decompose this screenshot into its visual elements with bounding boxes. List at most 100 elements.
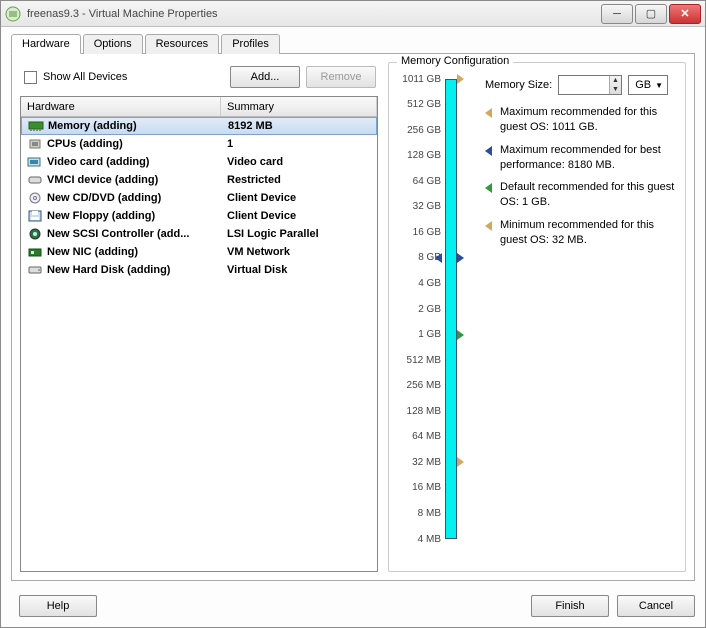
titlebar: freenas9.3 - Virtual Machine Properties … (1, 1, 705, 27)
header-summary[interactable]: Summary (221, 97, 377, 116)
table-row[interactable]: New CD/DVD (adding) Client Device (21, 189, 377, 207)
table-row[interactable]: New NIC (adding)VM Network (21, 243, 377, 261)
triangle-icon (485, 108, 492, 118)
recommendation-item: Maximum recommended for best performance… (485, 143, 677, 173)
tab-hardware[interactable]: Hardware (11, 34, 81, 54)
ruler-tick-label: 4 MB (395, 534, 441, 545)
ruler-tick-label: 256 MB (395, 380, 441, 391)
ruler-tick-label: 2 GB (395, 304, 441, 315)
table-row[interactable]: VMCI device (adding) Restricted (21, 171, 377, 189)
add-button[interactable]: Add... (230, 66, 300, 88)
chevron-down-icon: ▼ (655, 81, 663, 90)
vmci-icon (27, 173, 43, 187)
ruler-tick-label: 1011 GB (395, 74, 441, 85)
tab-profiles[interactable]: Profiles (221, 34, 280, 54)
hardware-table-header: Hardware Summary (21, 97, 377, 117)
memory-size-input[interactable]: ▲▼ (558, 75, 622, 95)
video-icon (27, 155, 43, 169)
hardware-name: New Hard Disk (adding) (47, 264, 170, 276)
ruler-tick-label: 64 GB (395, 176, 441, 187)
hardware-summary: 8192 MB (228, 120, 273, 132)
scsi-icon (27, 227, 43, 241)
memory-recommendations: Maximum recommended for this guest OS: 1… (485, 105, 677, 248)
remove-button[interactable]: Remove (306, 66, 376, 88)
recommendation-text: Maximum recommended for best performance… (500, 143, 677, 173)
tab-options[interactable]: Options (83, 34, 143, 54)
memory-unit-value: GB (635, 79, 651, 91)
hardware-name: VMCI device (adding) (47, 174, 158, 186)
recommendation-text: Maximum recommended for this guest OS: 1… (500, 105, 677, 135)
memory-unit-select[interactable]: GB ▼ (628, 75, 668, 95)
hardware-summary: LSI Logic Parallel (227, 228, 319, 240)
tab-resources[interactable]: Resources (145, 34, 220, 54)
recommendation-text: Minimum recommended for this guest OS: 3… (500, 218, 677, 248)
ruler-tick-label: 512 MB (395, 355, 441, 366)
ruler-tick-label: 32 GB (395, 201, 441, 212)
minimize-button[interactable]: ─ (601, 4, 633, 24)
hardware-toolbar: Show All Devices Add... Remove (20, 62, 378, 96)
hardware-summary: Client Device (227, 192, 296, 204)
hardware-summary: Restricted (227, 174, 281, 186)
hardware-summary: Virtual Disk (227, 264, 287, 276)
hardware-summary: Video card (227, 156, 283, 168)
memory-icon (28, 119, 44, 133)
ruler-tick-label: 256 GB (395, 125, 441, 136)
ruler-tick-label: 64 MB (395, 431, 441, 442)
maximize-button[interactable]: ▢ (635, 4, 667, 24)
triangle-icon (485, 146, 492, 156)
hardware-name: Memory (adding) (48, 120, 137, 132)
cd-icon (27, 191, 43, 205)
close-button[interactable]: ✕ (669, 4, 701, 24)
tab-content-hardware: Show All Devices Add... Remove Hardware … (11, 53, 695, 581)
ruler-tick-label: 8 MB (395, 508, 441, 519)
memory-marker (457, 74, 464, 84)
tab-bar: HardwareOptionsResourcesProfiles (1, 27, 705, 53)
memory-marker (457, 330, 464, 340)
table-row[interactable]: CPUs (adding) 1 (21, 135, 377, 153)
cpu-icon (27, 137, 43, 151)
table-row[interactable]: New Floppy (adding)Client Device (21, 207, 377, 225)
cancel-button[interactable]: Cancel (617, 595, 695, 617)
table-row[interactable]: New Hard Disk (adding) Virtual Disk (21, 261, 377, 279)
memory-size-spinner[interactable]: ▲▼ (609, 76, 622, 94)
triangle-icon (485, 221, 492, 231)
hardware-name: CPUs (adding) (47, 138, 123, 150)
help-button[interactable]: Help (19, 595, 97, 617)
floppy-icon (27, 209, 43, 223)
recommendation-item: Maximum recommended for this guest OS: 1… (485, 105, 677, 135)
show-all-devices-checkbox[interactable] (24, 71, 37, 84)
memory-marker (457, 457, 464, 467)
memory-config-panel: Memory Configuration 1011 GB512 GB256 GB… (388, 62, 686, 572)
hardware-summary: 1 (227, 138, 233, 150)
vm-properties-window: freenas9.3 - Virtual Machine Properties … (0, 0, 706, 628)
table-row[interactable]: Video card (adding) Video card (21, 153, 377, 171)
memory-groupbox: Memory Configuration 1011 GB512 GB256 GB… (388, 62, 686, 572)
hardware-name: New CD/DVD (adding) (47, 192, 161, 204)
ruler-tick-label: 16 GB (395, 227, 441, 238)
window-controls: ─ ▢ ✕ (601, 4, 701, 24)
memory-marker (457, 253, 464, 263)
memory-group-title: Memory Configuration (397, 55, 513, 67)
window-title: freenas9.3 - Virtual Machine Properties (27, 8, 601, 20)
hardware-name: Video card (adding) (47, 156, 149, 168)
ruler-tick-label: 512 GB (395, 99, 441, 110)
bottom-bar: Help Finish Cancel (11, 595, 695, 617)
recommendation-item: Minimum recommended for this guest OS: 3… (485, 218, 677, 248)
hardware-left-panel: Show All Devices Add... Remove Hardware … (20, 62, 378, 572)
memory-size-field[interactable] (559, 79, 608, 91)
hardware-name: New NIC (adding) (47, 246, 138, 258)
ruler-tick-label: 128 GB (395, 150, 441, 161)
table-row[interactable]: New SCSI Controller (add... LSI Logic Par… (21, 225, 377, 243)
ruler-tick-label: 128 MB (395, 406, 441, 417)
hardware-name: New SCSI Controller (add... (47, 228, 189, 240)
memory-marker (435, 253, 442, 263)
ruler-tick-label: 1 GB (395, 329, 441, 340)
table-row[interactable]: Memory (adding) 8192 MB (21, 117, 377, 135)
hardware-name: New Floppy (adding) (47, 210, 155, 222)
header-hardware[interactable]: Hardware (21, 97, 221, 116)
memory-ruler[interactable]: 1011 GB 512 GB 256 GB 128 GB 64 GB 32 GB 16 GB… (395, 73, 475, 543)
ruler-tick-label: 4 GB (395, 278, 441, 289)
nic-icon (27, 245, 43, 259)
ruler-tick-label: 16 MB (395, 482, 441, 493)
finish-button[interactable]: Finish (531, 595, 609, 617)
